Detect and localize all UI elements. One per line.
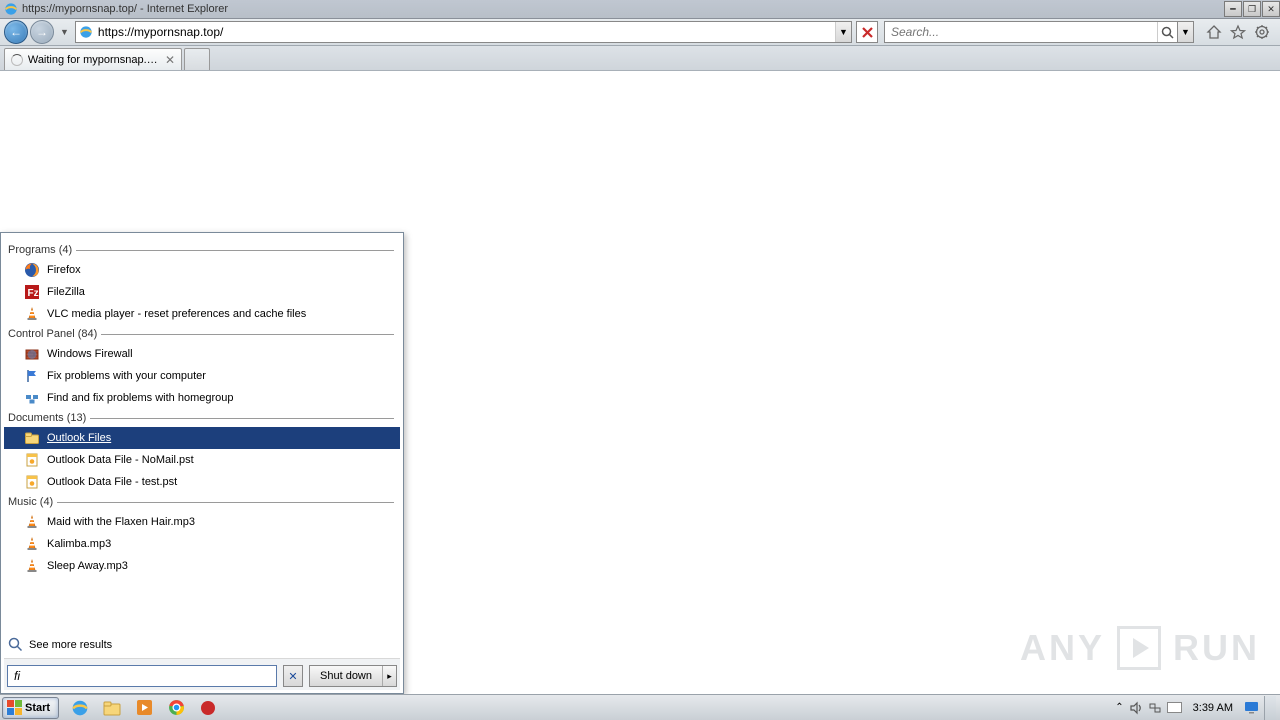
- search-icon: [8, 637, 23, 652]
- stop-button[interactable]: [856, 21, 878, 43]
- firefox-icon: [24, 262, 40, 278]
- start-result-item[interactable]: VLC media player - reset preferences and…: [4, 303, 400, 325]
- start-result-item[interactable]: Sleep Away.mp3: [4, 555, 400, 577]
- maximize-button[interactable]: ❐: [1243, 1, 1261, 17]
- start-section-heading: Music (4): [4, 493, 400, 511]
- tray-network-icon[interactable]: [1148, 701, 1162, 715]
- tab-close-button[interactable]: ✕: [165, 53, 175, 67]
- shutdown-options-arrow[interactable]: ▸: [382, 666, 396, 686]
- start-menu: Programs (4)FirefoxFzFileZillaVLC media …: [0, 232, 404, 694]
- clear-search-button[interactable]: ✕: [283, 665, 303, 687]
- search-input[interactable]: [885, 25, 1157, 39]
- tray-volume-icon[interactable]: [1129, 701, 1143, 715]
- see-more-results[interactable]: See more results: [4, 631, 400, 658]
- homegroup-icon: [24, 390, 40, 406]
- show-desktop-button[interactable]: [1264, 696, 1276, 720]
- taskbar-app[interactable]: [193, 697, 223, 719]
- site-icon: [76, 25, 96, 39]
- favorites-icon[interactable]: [1230, 24, 1246, 40]
- window-title: https://mypornsnap.top/ - Internet Explo…: [22, 3, 1223, 15]
- vlc-icon: [24, 536, 40, 552]
- ie-icon: [4, 2, 18, 16]
- windows-logo-icon: [7, 700, 22, 715]
- tray-chevron-icon[interactable]: ⌃: [1115, 702, 1123, 713]
- start-result-item[interactable]: Firefox: [4, 259, 400, 281]
- vlc-icon: [24, 558, 40, 574]
- new-tab-button[interactable]: [184, 48, 210, 70]
- start-search-input[interactable]: [8, 669, 276, 683]
- filezilla-icon: Fz: [24, 284, 40, 300]
- play-icon: [1117, 626, 1161, 670]
- home-icon[interactable]: [1206, 24, 1222, 40]
- taskbar-chrome[interactable]: [161, 697, 191, 719]
- tray-clock[interactable]: 3:39 AM: [1187, 702, 1239, 714]
- forward-button[interactable]: →: [30, 20, 54, 44]
- shutdown-button[interactable]: Shut down ▸: [309, 665, 397, 687]
- tray-monitor-icon[interactable]: [1244, 701, 1259, 714]
- pst-icon: [24, 452, 40, 468]
- flag-icon: [24, 368, 40, 384]
- search-bar[interactable]: ▼: [884, 21, 1194, 43]
- minimize-button[interactable]: ━: [1224, 1, 1242, 17]
- taskbar: Start ⌃ 3:39 AM: [0, 694, 1280, 720]
- pst-icon: [24, 474, 40, 490]
- start-search-box[interactable]: [7, 665, 277, 687]
- tray-action-center-icon[interactable]: [1167, 702, 1182, 713]
- svg-text:Fz: Fz: [28, 288, 39, 299]
- vlc-icon: [24, 306, 40, 322]
- url-input[interactable]: [96, 25, 835, 39]
- start-result-item[interactable]: Windows Firewall: [4, 343, 400, 365]
- firewall-icon: [24, 346, 40, 362]
- vlc-icon: [24, 514, 40, 530]
- browser-tab[interactable]: Waiting for mypornsnap.top ✕: [4, 48, 182, 70]
- search-dropdown[interactable]: ▼: [1177, 22, 1193, 42]
- start-result-item[interactable]: Outlook Data File - test.pst: [4, 471, 400, 493]
- watermark: ANY RUN: [1020, 626, 1260, 670]
- start-result-item[interactable]: FzFileZilla: [4, 281, 400, 303]
- recent-dropdown[interactable]: ▼: [56, 27, 73, 37]
- url-dropdown[interactable]: ▼: [835, 22, 851, 42]
- start-section-heading: Programs (4): [4, 241, 400, 259]
- start-result-item[interactable]: Find and fix problems with homegroup: [4, 387, 400, 409]
- tools-icon[interactable]: [1254, 24, 1270, 40]
- back-button[interactable]: ←: [4, 20, 28, 44]
- start-result-item[interactable]: Maid with the Flaxen Hair.mp3: [4, 511, 400, 533]
- tab-label: Waiting for mypornsnap.top: [28, 54, 160, 66]
- start-result-item[interactable]: Outlook Files: [4, 427, 400, 449]
- taskbar-ie[interactable]: [65, 697, 95, 719]
- window-titlebar: https://mypornsnap.top/ - Internet Explo…: [0, 0, 1280, 19]
- taskbar-explorer[interactable]: [97, 697, 127, 719]
- tab-bar: Waiting for mypornsnap.top ✕: [0, 46, 1280, 71]
- search-button[interactable]: [1157, 22, 1177, 42]
- start-section-heading: Documents (13): [4, 409, 400, 427]
- start-result-item[interactable]: Outlook Data File - NoMail.pst: [4, 449, 400, 471]
- address-bar[interactable]: ▼: [75, 21, 852, 43]
- browser-toolbar: ← → ▼ ▼ ▼: [0, 19, 1280, 46]
- start-result-item[interactable]: Kalimba.mp3: [4, 533, 400, 555]
- folder-icon: [24, 430, 40, 446]
- close-button[interactable]: ✕: [1262, 1, 1280, 17]
- start-result-item[interactable]: Fix problems with your computer: [4, 365, 400, 387]
- loading-spinner-icon: [11, 54, 23, 66]
- start-section-heading: Control Panel (84): [4, 325, 400, 343]
- taskbar-media[interactable]: [129, 697, 159, 719]
- start-button[interactable]: Start: [2, 697, 59, 719]
